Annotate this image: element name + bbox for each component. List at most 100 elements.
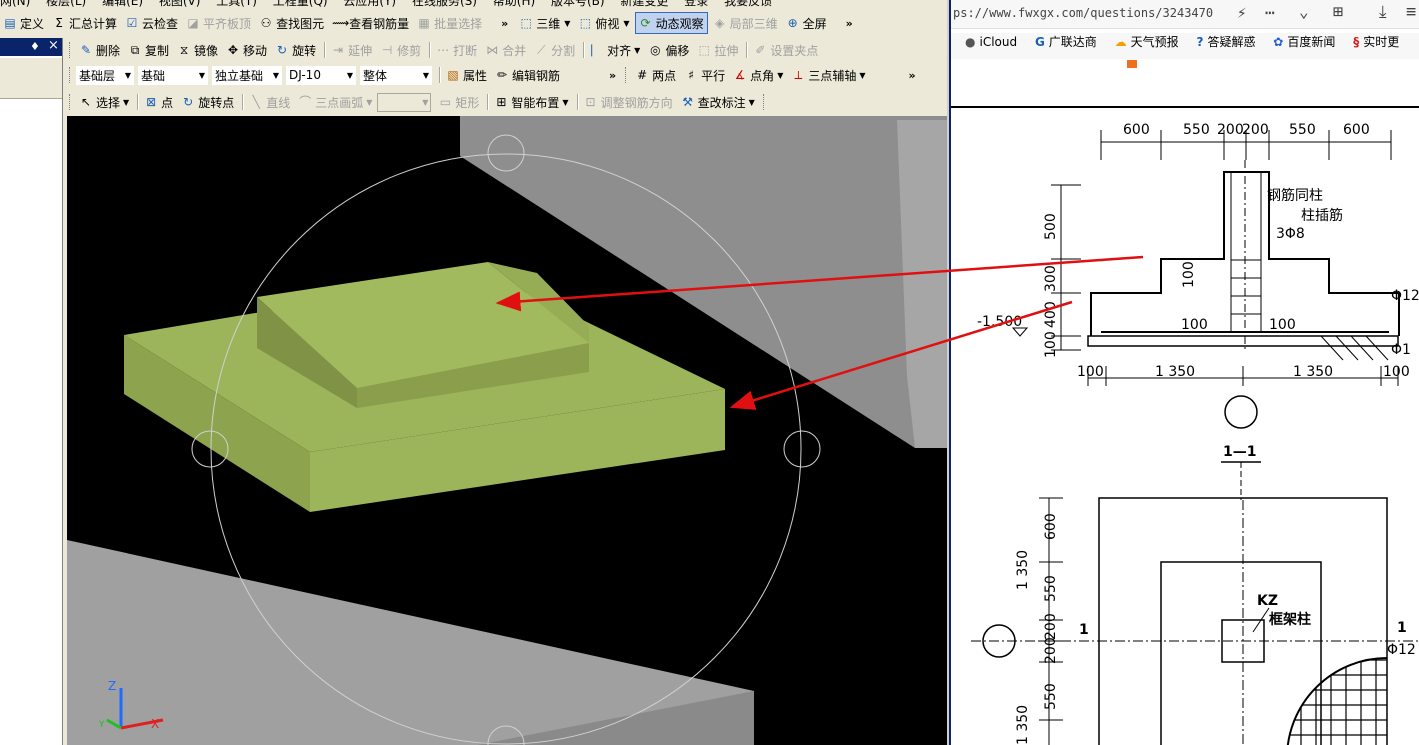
two-points-button[interactable]: # 两点 (632, 65, 679, 85)
bookmark-glodon[interactable]: G 广联达商 (1035, 33, 1097, 50)
layer-select[interactable]: 基础层 ▼ (76, 65, 134, 85)
url-text[interactable]: ps://www.fwxgx.com/questions/3243470 (953, 6, 1213, 20)
orbit-handle-right[interactable] (783, 430, 821, 468)
label-stirrup: 3Φ8 (1276, 226, 1305, 242)
menu-item[interactable]: 网(N) (0, 0, 30, 8)
toolbar-overflow-3[interactable]: » (909, 69, 916, 82)
dynamic-view-button[interactable]: ⟳ 动态观察 (634, 12, 708, 34)
stretch-button[interactable]: ⬚ 拉伸 (694, 40, 741, 60)
local-3d-button[interactable]: ◈ 局部三维 (710, 13, 781, 33)
rotate-point-button[interactable]: ↻ 旋转点 (178, 92, 237, 112)
merge-button[interactable]: ⋈ 合并 (482, 40, 529, 60)
smart-layout-button[interactable]: ⊞ 智能布置 ▼ (491, 92, 571, 112)
set-grip-button[interactable]: ✐ 设置夹点 (750, 40, 821, 60)
bookmark-qa[interactable]: ? 答疑解惑 (1196, 33, 1255, 50)
rectangle-button[interactable]: ▭ 矩形 (435, 92, 482, 112)
menu-feedback[interactable]: 我要反馈 (724, 0, 772, 8)
weather-icon: ☁ (1114, 34, 1127, 49)
view-rebar-button[interactable]: ⟿ 查看钢筋量 (329, 13, 412, 33)
toolbar-grip[interactable] (69, 94, 73, 110)
cloud-check-button[interactable]: ☑ 云检查 (122, 13, 181, 33)
point-button[interactable]: ⊠ 点 (141, 92, 176, 112)
browser-window: ps://www.fwxgx.com/questions/3243470 ⚡ ⋯… (949, 0, 1419, 745)
toolbar-grip[interactable] (625, 67, 629, 83)
element-select[interactable]: DJ-10 ▼ (286, 65, 356, 85)
modify-label-button[interactable]: ⚒ 查改标注 ▼ (678, 92, 758, 112)
split-button[interactable]: ⟋ 分割 (531, 40, 578, 60)
3d-scene[interactable]: Z X Y (67, 116, 947, 745)
extend-button[interactable]: ⇥ 延伸 (328, 40, 375, 60)
three-d-button[interactable]: ⬚ 三维 ▼ (516, 13, 573, 33)
delete-button[interactable]: ✎ 删除 (76, 40, 123, 60)
menu-item[interactable]: 编辑(E) (102, 0, 143, 8)
mirror-button[interactable]: ⧖ 镜像 (174, 40, 221, 60)
chevron-down-icon[interactable]: ⌄ (1299, 2, 1309, 21)
define-button[interactable]: ▤ 定义 (0, 13, 47, 33)
toolbar-grip[interactable] (69, 67, 73, 83)
bookmark-realtime[interactable]: § 实时更 (1353, 33, 1399, 50)
menu-item[interactable]: 工程量(Q) (273, 0, 328, 8)
three-point-arc-button[interactable]: ⌒ 三点画弧 ▼ (295, 92, 375, 112)
3d-viewport[interactable]: Z X Y (67, 116, 947, 745)
separator (576, 94, 578, 110)
lightning-icon[interactable]: ⚡ (1237, 3, 1247, 22)
dropdown-arrow-icon: ▼ (198, 70, 205, 80)
menu-login[interactable]: 登录 (684, 0, 708, 8)
parallel-button[interactable]: ♯ 平行 (681, 65, 728, 85)
menu-item[interactable]: 在线服务(S) (412, 0, 477, 8)
plan-inner-step (1160, 561, 1322, 745)
three-point-axis-button[interactable]: ⟂ 三点辅轴 ▼ (788, 65, 868, 85)
grid-apps-icon[interactable]: ⊞ (1333, 2, 1343, 22)
fullscreen-button[interactable]: ⊕ 全屏 (783, 13, 830, 33)
type-select[interactable]: 独立基础 ▼ (212, 65, 282, 85)
bookmark-icloud[interactable]: ● iCloud (965, 35, 1017, 49)
address-bar[interactable]: ps://www.fwxgx.com/questions/3243470 ⚡ ⋯… (951, 0, 1419, 29)
offset-button[interactable]: ◎ 偏移 (645, 40, 692, 60)
menu-item[interactable]: 版本号(B) (551, 0, 605, 8)
point-angle-button[interactable]: ∡ 点角 ▼ (730, 65, 786, 85)
menu-icon[interactable]: ≡ (1406, 2, 1416, 22)
level-slab-button[interactable]: ◪ 平齐板顶 (183, 13, 254, 33)
toolbar-overflow-2[interactable]: » (846, 17, 853, 30)
smart-layout-icon: ⊞ (496, 95, 507, 109)
find-element-button[interactable]: ⚇ 查找图元 (256, 13, 327, 33)
toolbar-overflow[interactable]: » (501, 17, 508, 30)
menu-item[interactable]: 视图(V) (159, 0, 201, 8)
parallel-icon: ♯ (688, 68, 695, 82)
move-button[interactable]: ✥ 移动 (223, 40, 270, 60)
properties-button[interactable]: ▧ 属性 (443, 65, 490, 85)
line-button[interactable]: ╲ 直线 (246, 92, 293, 112)
bookmark-weather[interactable]: ☁ 天气预报 (1115, 33, 1179, 50)
move-icon: ✥ (228, 43, 239, 57)
menu-item[interactable]: 帮助(H) (493, 0, 535, 8)
more-dots-icon[interactable]: ⋯ (1265, 3, 1275, 22)
drawing-svg: 600 550 200 200 550 600 钢筋同柱 柱插筋 3Φ8 -1.… (951, 60, 1419, 745)
rectangle-icon: ▭ (439, 95, 452, 109)
break-button[interactable]: ⋯ 打断 (433, 40, 480, 60)
close-icon[interactable]: × (48, 38, 59, 53)
copy-button[interactable]: ⧉ 复制 (125, 40, 172, 60)
label-inner-100-left: 100 (1181, 317, 1208, 333)
toolbar-grip[interactable] (762, 94, 767, 110)
pin-icon[interactable]: ♦ (30, 40, 40, 53)
batch-select-button[interactable]: ▦ 批量选择 (414, 13, 485, 33)
menu-item[interactable]: 工具(T) (216, 0, 257, 8)
download-icon[interactable]: ⤓ (1379, 2, 1387, 22)
toolbar-overflow[interactable]: » (609, 69, 616, 82)
rotate-button[interactable]: ↻ 旋转 (272, 40, 319, 60)
menu-item[interactable]: 楼层(L) (46, 0, 86, 8)
top-view-button[interactable]: ⬚ 俯视 ▼ (575, 13, 632, 33)
adjust-rebar-direction-button[interactable]: ⊡ 调整钢筋方向 (581, 92, 676, 112)
toolbar-grip[interactable] (69, 42, 73, 58)
menu-item[interactable]: 云应用(Y) (343, 0, 396, 8)
bookmark-baidu[interactable]: ✿ 百度新闻 (1273, 33, 1335, 50)
menu-new-change[interactable]: 新建变更 (620, 0, 668, 8)
summary-button[interactable]: Σ 汇总计算 (49, 13, 120, 33)
trim-button[interactable]: ⊣ 修剪 (377, 40, 424, 60)
edit-rebar-button[interactable]: ✏ 编辑钢筋 (492, 65, 563, 85)
category-select[interactable]: 基础 ▼ (138, 65, 208, 85)
align-button[interactable]: ⎸ 对齐 ▼ (587, 40, 643, 60)
whole-select[interactable]: 整体 ▼ (360, 65, 432, 85)
select-button[interactable]: ↖ 选择 ▼ (76, 92, 132, 112)
arc-param-select[interactable]: ▼ (377, 92, 432, 112)
